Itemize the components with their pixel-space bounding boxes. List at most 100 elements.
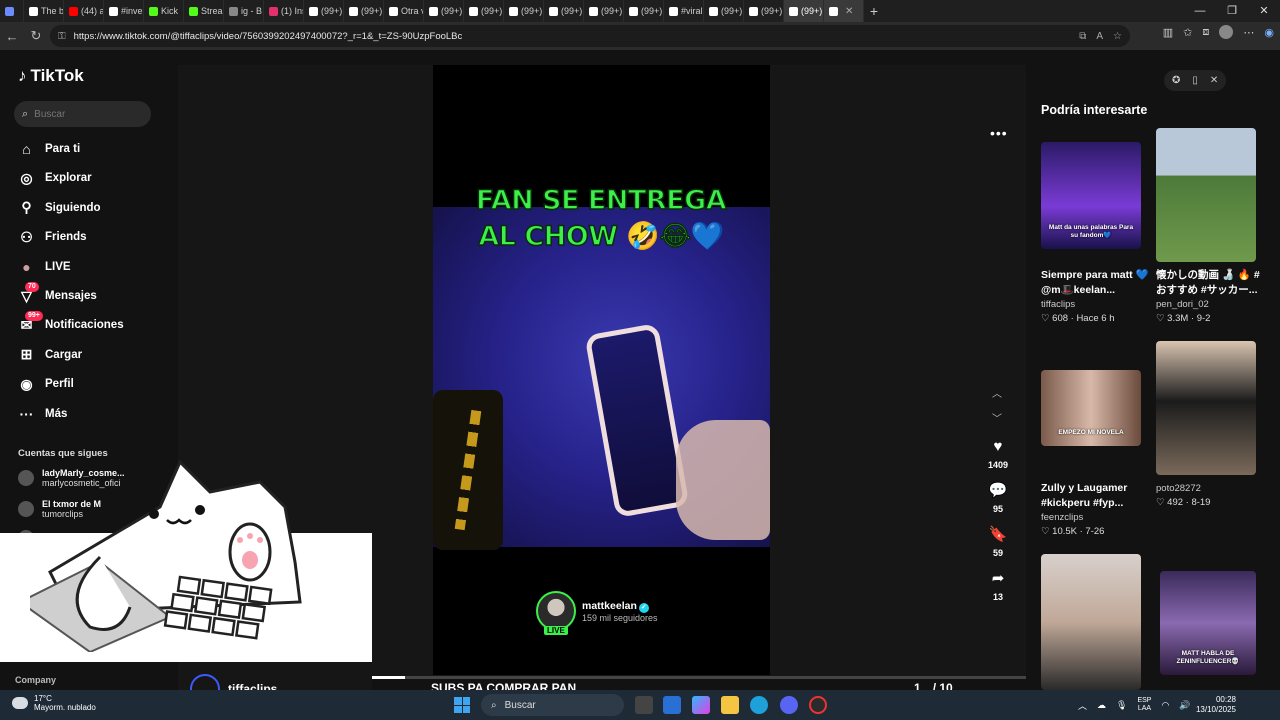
creator-card[interactable]: LIVE mattkeelan ✓ 159 mil seguidores bbox=[536, 591, 658, 635]
browser-tab[interactable]: (99+) bbox=[704, 0, 744, 22]
copilot-icon[interactable]: ◉ bbox=[1264, 26, 1274, 39]
sidebar-item-explorar[interactable]: ◎ Explorar bbox=[18, 167, 158, 189]
suggested-video-title[interactable]: 懐かしの動画 🍶 🔥 # おすすめ #サッカー... bbox=[1156, 268, 1266, 298]
chrome-icon[interactable] bbox=[809, 696, 827, 714]
suggested-video-thumbnail[interactable]: MATT HABLA DE ZENINFLUENCER💀 bbox=[1160, 571, 1256, 675]
search-input[interactable] bbox=[34, 108, 135, 120]
browser-tab[interactable]: Stream bbox=[184, 0, 224, 22]
back-icon[interactable]: ← bbox=[0, 29, 24, 44]
weather-widget[interactable]: 17°C Mayorm. nublado bbox=[12, 694, 96, 712]
browser-tab[interactable]: (44) a bbox=[64, 0, 104, 22]
profile-avatar[interactable] bbox=[1219, 25, 1234, 39]
task-view-icon[interactable] bbox=[635, 696, 653, 714]
bookmark-icon[interactable]: 🔖 bbox=[982, 526, 1014, 544]
sidebar-item-ms[interactable]: ··· Más bbox=[18, 403, 158, 425]
language-indicator[interactable]: ESP LAA bbox=[1137, 697, 1151, 713]
creator-avatar[interactable]: LIVE bbox=[536, 591, 576, 635]
browser-tab[interactable]: (99+) bbox=[544, 0, 584, 22]
browser-tab[interactable]: ig - B bbox=[224, 0, 264, 22]
new-tab-button[interactable]: + bbox=[864, 3, 884, 19]
extensions-icon[interactable]: ⧈ bbox=[1202, 26, 1209, 39]
favorites-icon[interactable]: ✩ bbox=[1183, 26, 1192, 39]
store-icon[interactable] bbox=[663, 696, 681, 714]
wifi-icon[interactable]: ◠ bbox=[1161, 700, 1169, 711]
browser-tab[interactable]: (1) Ins bbox=[264, 0, 304, 22]
maximize-button[interactable]: ❐ bbox=[1216, 0, 1248, 22]
suggested-video-thumbnail[interactable]: EMPEZO MI NOVELA bbox=[1041, 370, 1141, 446]
reload-icon[interactable]: ↻ bbox=[24, 28, 48, 44]
copilot-app-icon[interactable] bbox=[692, 696, 710, 714]
suggested-video-thumbnail[interactable]: Matt da unas palabras Para su fandom💙 bbox=[1041, 142, 1141, 249]
next-account[interactable]: tiffaclips bbox=[190, 674, 277, 690]
speaker-icon[interactable]: 🔊 bbox=[1179, 700, 1190, 711]
minimize-button[interactable]: — bbox=[1184, 0, 1216, 22]
share-icon[interactable]: ➦ bbox=[982, 570, 1014, 588]
discord-icon[interactable] bbox=[780, 696, 798, 714]
browser-tab[interactable]: (99+) bbox=[504, 0, 544, 22]
sidebar-item-siguiendo[interactable]: ⚲ Siguiendo bbox=[18, 197, 158, 219]
suggested-video-title[interactable]: Siempre para matt 💙@m🎩keelan... bbox=[1041, 268, 1151, 298]
tiktok-logo[interactable]: ♪ TikTok bbox=[18, 66, 84, 86]
browser-tab[interactable]: (99+) bbox=[784, 0, 824, 22]
video-player[interactable]: FAN SE ENTREGA AL CHOW 🤣😂💙 bbox=[433, 65, 770, 675]
browser-tab[interactable] bbox=[0, 0, 24, 22]
browser-tab[interactable]: (99+) bbox=[464, 0, 504, 22]
split-screen-icon[interactable]: ▥ bbox=[1163, 26, 1173, 39]
browser-tab[interactable]: (99+) bbox=[744, 0, 784, 22]
browser-tab[interactable]: Kick bbox=[144, 0, 184, 22]
compass-small-icon[interactable]: ✪ bbox=[1172, 75, 1180, 86]
sidebar-item-notificaciones[interactable]: ✉ 99+ Notificaciones bbox=[18, 310, 158, 336]
browser-tab[interactable]: #inver bbox=[104, 0, 144, 22]
next-video-icon[interactable]: ﹀ bbox=[992, 410, 1002, 425]
suggested-video-user[interactable]: tiffaclips bbox=[1041, 299, 1075, 310]
tray-chevron-icon[interactable]: ︿ bbox=[1078, 699, 1087, 712]
close-overlay-icon[interactable]: ✕ bbox=[1210, 75, 1218, 86]
tray-mic-icon[interactable]: 🎙 bbox=[1116, 700, 1127, 711]
clock[interactable]: 00:28 13/10/2025 bbox=[1196, 695, 1236, 715]
more-options-icon[interactable]: ••• bbox=[990, 125, 1008, 141]
search-box[interactable]: ⌕ bbox=[14, 101, 151, 127]
browser-tab[interactable]: (99+) bbox=[304, 0, 344, 22]
start-button[interactable] bbox=[454, 697, 470, 713]
sidebar-item-friends[interactable]: ⚇ Friends bbox=[18, 226, 158, 248]
company-link[interactable]: Company bbox=[15, 675, 56, 685]
bookmark-star-icon[interactable]: ☆ bbox=[1113, 31, 1122, 42]
suggested-video-thumbnail[interactable] bbox=[1041, 554, 1141, 690]
edge-icon[interactable] bbox=[750, 696, 768, 714]
file-explorer-icon[interactable] bbox=[721, 696, 739, 714]
browser-tab[interactable]: (99+) bbox=[624, 0, 664, 22]
open-in-app-icon[interactable]: ⧉ bbox=[1079, 31, 1086, 42]
sidebar-item-mensajes[interactable]: ▽ 70 Mensajes bbox=[18, 281, 158, 307]
address-bar[interactable]: ⚿ https://www.tiktok.com/@tiffaclips/vid… bbox=[50, 25, 1130, 47]
site-info-icon[interactable]: ⚿ bbox=[58, 31, 66, 42]
next-account-avatar[interactable] bbox=[190, 674, 220, 690]
close-window-button[interactable]: ✕ bbox=[1248, 0, 1280, 22]
share-action[interactable]: ➦ 13 bbox=[982, 570, 1014, 602]
browser-tab[interactable]: Otra v bbox=[384, 0, 424, 22]
sidebar-item-para-ti[interactable]: ⌂ Para ti bbox=[18, 138, 158, 160]
suggested-video-user[interactable]: feenzclips bbox=[1041, 512, 1083, 523]
close-tab-icon[interactable]: ✕ bbox=[845, 6, 853, 17]
comment-icon[interactable]: 💬 bbox=[982, 482, 1014, 500]
tray-app-icon[interactable]: ☁ bbox=[1097, 700, 1106, 711]
browser-tab[interactable]: The b bbox=[24, 0, 64, 22]
browser-tab[interactable]: #viral bbox=[664, 0, 704, 22]
suggested-video-thumbnail[interactable] bbox=[1156, 341, 1256, 475]
browser-tab[interactable]: (99+) bbox=[424, 0, 464, 22]
suggested-video-user[interactable]: poto28272 bbox=[1156, 483, 1201, 494]
device-icon[interactable]: ▯ bbox=[1192, 75, 1198, 86]
taskbar-search[interactable]: ⌕ Buscar bbox=[481, 694, 624, 716]
browser-tab-active[interactable]: ✕ bbox=[824, 0, 864, 22]
sidebar-item-live[interactable]: ● LIVE bbox=[18, 256, 158, 278]
sidebar-item-perfil[interactable]: ◉ Perfil bbox=[18, 373, 158, 395]
browser-tab[interactable]: (99+) bbox=[344, 0, 384, 22]
translate-icon[interactable]: A bbox=[1096, 31, 1103, 42]
sidebar-item-cargar[interactable]: ⊞ Cargar bbox=[18, 344, 158, 366]
previous-video-icon[interactable]: ︿ bbox=[992, 385, 1002, 400]
suggested-video-thumbnail[interactable] bbox=[1156, 128, 1256, 262]
like-action[interactable]: ♥ 1409 bbox=[982, 438, 1014, 470]
comment-action[interactable]: 💬 95 bbox=[982, 482, 1014, 514]
suggested-video-title[interactable]: Zully y Laugamer #kickperu #fyp... bbox=[1041, 481, 1151, 511]
browser-tab[interactable]: (99+) bbox=[584, 0, 624, 22]
menu-icon[interactable]: ⋯ bbox=[1243, 26, 1254, 39]
